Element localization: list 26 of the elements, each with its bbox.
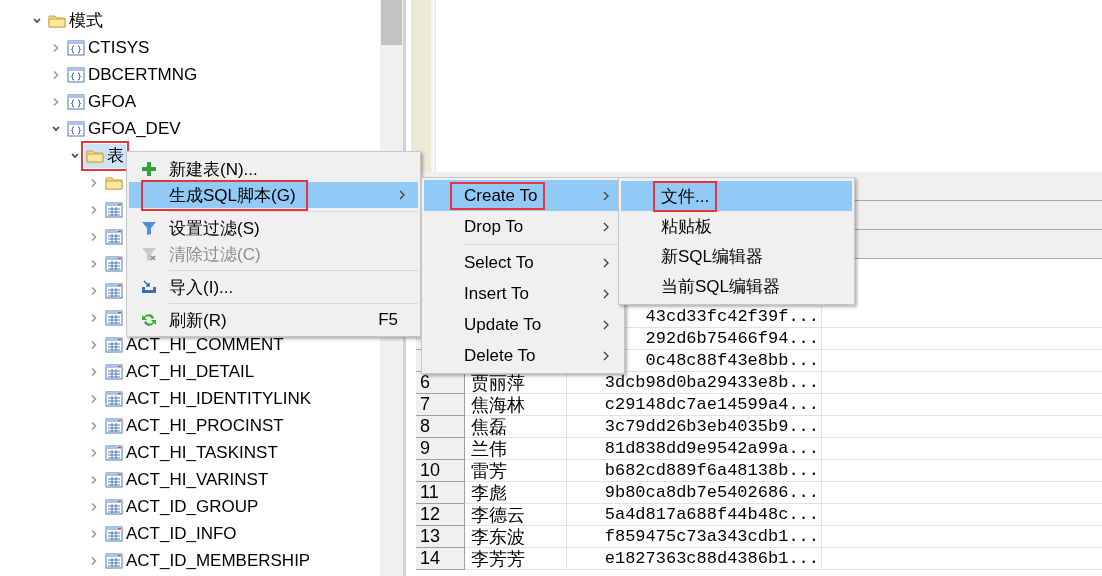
row-number: 7 [416, 394, 465, 416]
table-cell: 雷芳 [465, 460, 567, 482]
table-cell: c29148dc7ae14599a4... [567, 394, 822, 416]
table-cell: 李彪 [465, 482, 567, 504]
row-number: 14 [416, 548, 465, 570]
table-cell: b682cd889f6a48138b... [567, 460, 822, 482]
table-cell: 李芳芳 [465, 548, 567, 570]
table-cell: 81d838dd9e9542a99a... [567, 438, 822, 460]
table-cell: 5a4d817a688f44b48c... [567, 504, 822, 526]
table-cell: 3c79dd26b3eb4035b9... [567, 416, 822, 438]
row-number: 8 [416, 416, 465, 438]
table-cell: 9b80ca8db7e5402686... [567, 482, 822, 504]
row-number: 11 [416, 482, 465, 504]
row-number: 13 [416, 526, 465, 548]
row-number: 12 [416, 504, 465, 526]
table-cell: 焦海林 [465, 394, 567, 416]
row-number: 6 [416, 372, 465, 394]
table-cell: 焦磊 [465, 416, 567, 438]
table-cell: 李东波 [465, 526, 567, 548]
row-number: 10 [416, 460, 465, 482]
table-cell: f859475c73a343cdb1... [567, 526, 822, 548]
shortcut-label: F5 [378, 310, 398, 330]
table-cell: 兰伟 [465, 438, 567, 460]
row-number: 9 [416, 438, 465, 460]
table-cell: e1827363c88d4386b1... [567, 548, 822, 570]
table-cell: 李德云 [465, 504, 567, 526]
